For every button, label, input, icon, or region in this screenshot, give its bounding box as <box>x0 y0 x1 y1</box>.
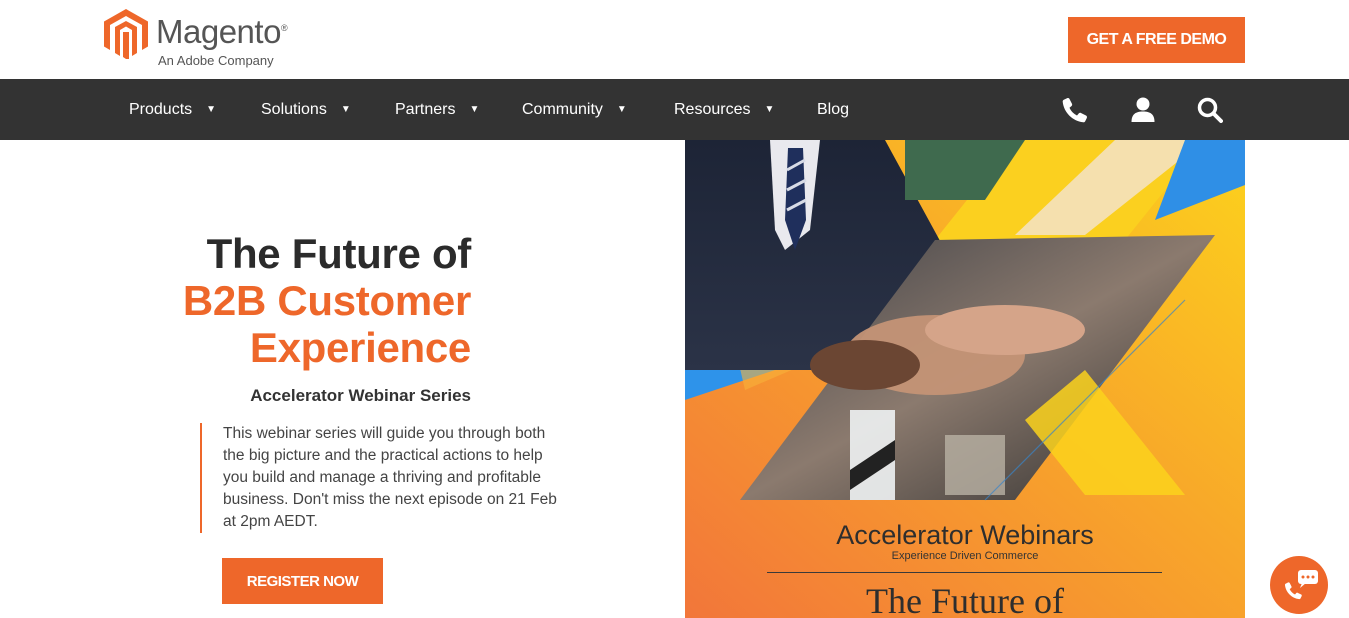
webinar-promo-image: Accelerator Webinars Experience Driven C… <box>685 140 1245 618</box>
nav-item-community[interactable]: Community ▼ <box>522 79 627 140</box>
nav-item-label: Solutions <box>261 100 327 118</box>
chat-phone-icon <box>1284 570 1318 600</box>
caret-down-icon: ▼ <box>206 104 217 115</box>
register-now-button[interactable]: REGISTER NOW <box>222 558 383 604</box>
nav-item-label: Resources <box>674 100 751 118</box>
user-icon[interactable] <box>1130 97 1156 123</box>
nav-item-blog[interactable]: Blog <box>817 79 849 140</box>
hero-title-line-2: B2B Customer <box>182 277 471 324</box>
caret-down-icon: ▼ <box>764 104 775 115</box>
magento-logo-icon <box>104 9 148 59</box>
nav-item-solutions[interactable]: Solutions ▼ <box>261 79 351 140</box>
hero-title-line-1: The Future of <box>206 230 472 277</box>
chat-button[interactable] <box>1270 556 1328 614</box>
promo-title: The Future of <box>866 581 1064 618</box>
hero-subtitle: Accelerator Webinar Series <box>250 386 471 405</box>
phone-icon[interactable] <box>1062 97 1088 123</box>
search-icon[interactable] <box>1197 97 1223 123</box>
main-navigation: Products ▼ Solutions ▼ Partners ▼ Commun… <box>0 79 1349 140</box>
nav-item-resources[interactable]: Resources ▼ <box>674 79 774 140</box>
brand-tagline: An Adobe Company <box>158 53 274 68</box>
promo-subheading: Experience Driven Commerce <box>891 550 1039 562</box>
nav-item-label: Blog <box>817 100 850 118</box>
nav-item-products[interactable]: Products ▼ <box>129 79 216 140</box>
hero-description: This webinar series will guide you throu… <box>200 423 560 533</box>
hero-title-line-3: Experience <box>249 324 471 371</box>
hero-title: The Future of B2B Customer Experience <box>140 230 471 371</box>
magento-logo[interactable]: Magento® An Adobe Company <box>104 9 294 71</box>
top-header: Magento® An Adobe Company GET A FREE DEM… <box>0 0 1349 79</box>
caret-down-icon: ▼ <box>616 104 627 115</box>
nav-item-label: Products <box>129 100 193 118</box>
promo-heading: Accelerator Webinars <box>836 520 1094 550</box>
nav-item-label: Partners <box>395 100 456 118</box>
caret-down-icon: ▼ <box>469 104 480 115</box>
nav-item-partners[interactable]: Partners ▼ <box>395 79 479 140</box>
brand-name: Magento® <box>156 13 288 50</box>
promo-divider <box>767 572 1162 573</box>
caret-down-icon: ▼ <box>340 104 351 115</box>
get-free-demo-button[interactable]: GET A FREE DEMO <box>1068 17 1245 63</box>
nav-item-label: Community <box>522 100 603 118</box>
